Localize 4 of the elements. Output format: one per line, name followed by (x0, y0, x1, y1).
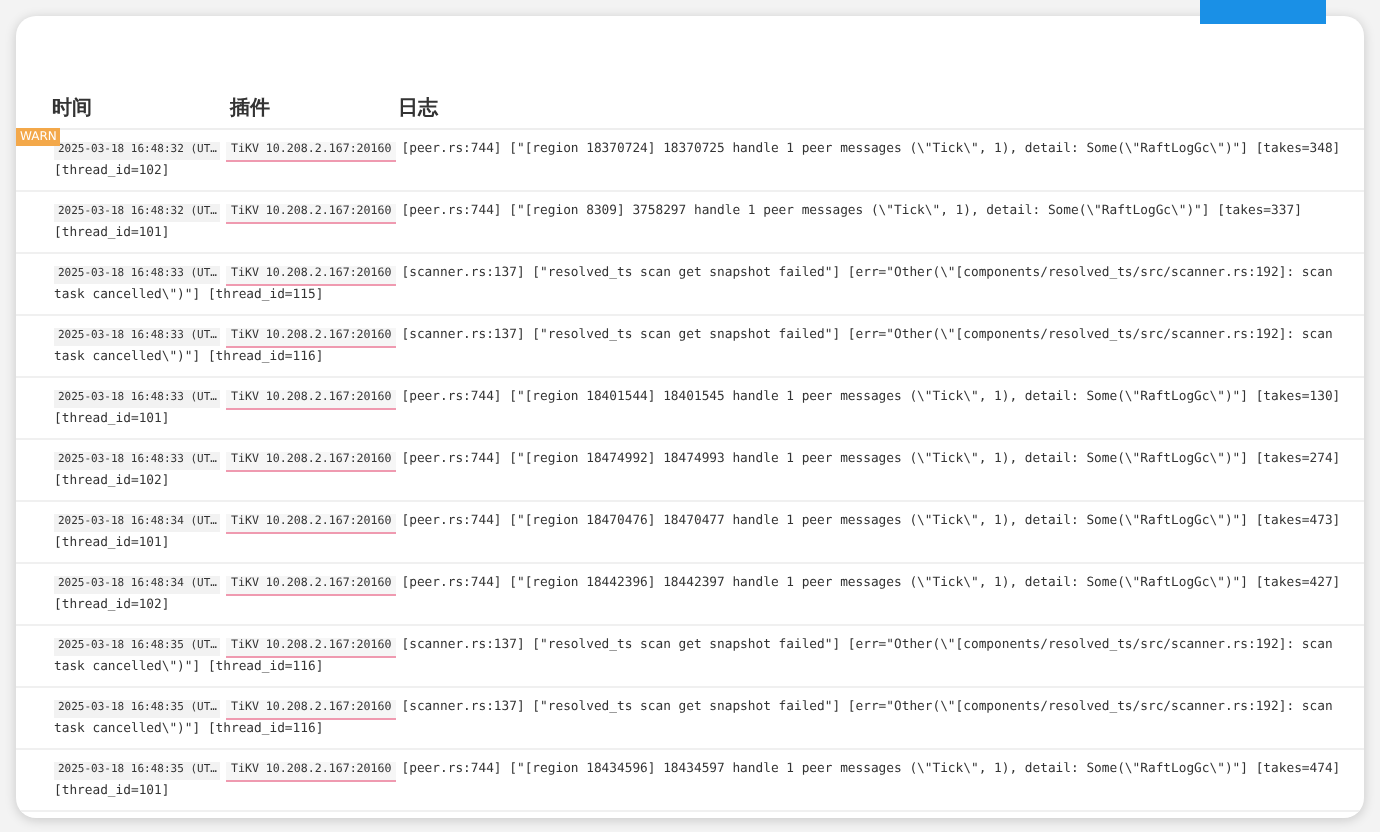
column-header: 插件 (230, 95, 272, 122)
column-header: 时间 (52, 95, 94, 122)
column-header: 日志 (398, 95, 438, 122)
primary-button[interactable] (1200, 0, 1326, 24)
